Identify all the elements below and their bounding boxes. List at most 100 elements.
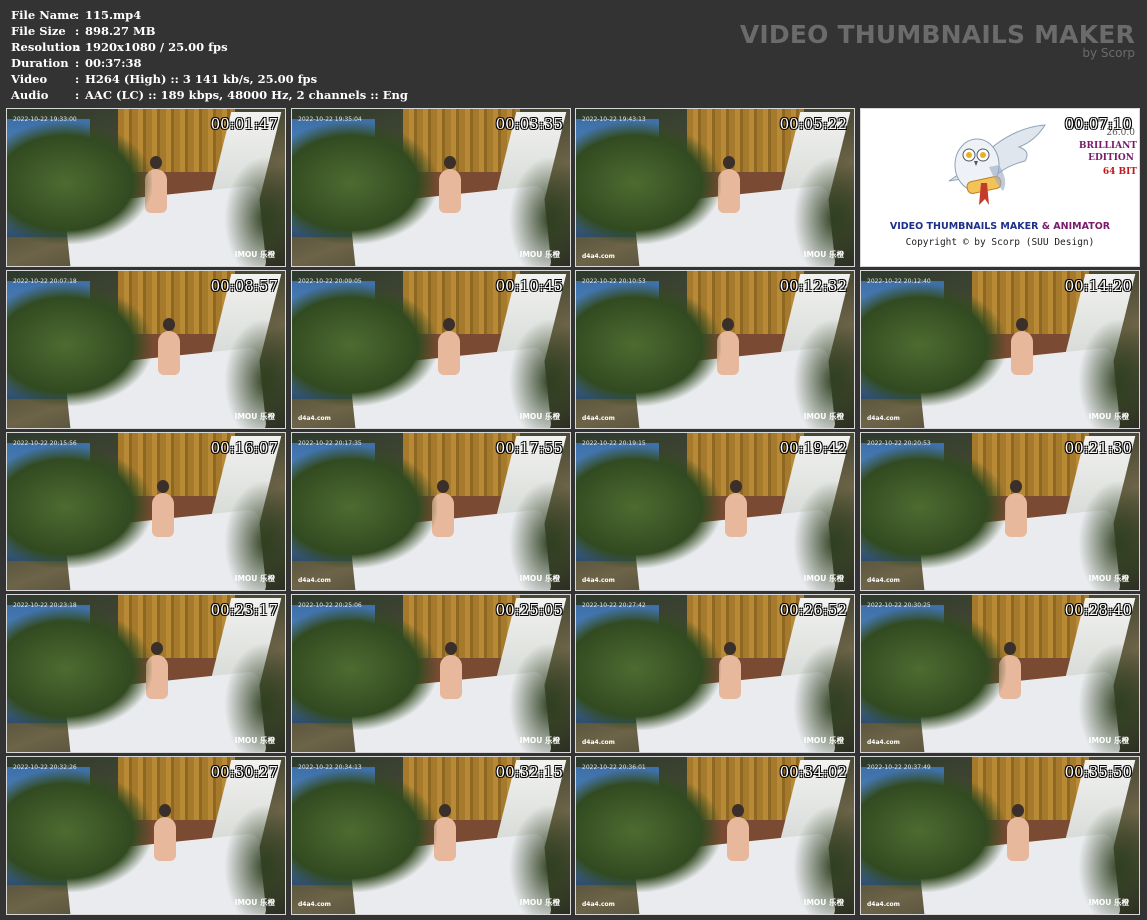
- metadata-key: File Size: [11, 24, 66, 38]
- site-watermark: d4a4.com: [298, 901, 331, 908]
- thumbnail-timecode: 00:23:17: [210, 601, 278, 619]
- camera-timestamp: 2022-10-22 20:19:15: [582, 440, 646, 447]
- thumbnail-timecode: 00:01:47: [210, 115, 278, 133]
- metadata-value: 115.mp4: [85, 8, 142, 22]
- camera-watermark: IMOU 乐橙: [519, 574, 560, 583]
- camera-timestamp: 2022-10-22 20:15:56: [13, 440, 77, 447]
- metadata-value: 1920x1080 / 25.00 fps: [85, 40, 228, 54]
- camera-watermark: IMOU 乐橙: [519, 250, 560, 259]
- video-thumbnail: 2022-10-22 20:07:18 IMOU 乐橙 00:08:57: [6, 270, 286, 429]
- site-watermark: d4a4.com: [867, 577, 900, 584]
- thumbnail-timecode: 00:07:10: [1064, 115, 1132, 133]
- metadata-value: 00:37:38: [85, 56, 142, 70]
- metadata-key: Duration: [11, 56, 69, 70]
- site-watermark: d4a4.com: [582, 415, 615, 422]
- video-thumbnail: 2022-10-22 20:09:05 d4a4.com IMOU 乐橙 00:10:…: [291, 270, 571, 429]
- thumbnail-timecode: 00:32:15: [495, 763, 563, 781]
- video-thumbnail: 2022-10-22 19:43:13 d4a4.com IMOU 乐橙 00:05:…: [575, 108, 855, 267]
- metadata-key: Video: [11, 72, 48, 86]
- camera-timestamp: 2022-10-22 20:07:18: [13, 278, 77, 285]
- metadata-row: Duration:00:37:38: [11, 55, 408, 71]
- camera-timestamp: 2022-10-22 20:27:42: [582, 602, 646, 609]
- promo-line-amp: & ANIMATOR: [1041, 221, 1111, 232]
- metadata-key: File Name: [11, 8, 77, 22]
- camera-timestamp: 2022-10-22 20:12:40: [867, 278, 931, 285]
- camera-timestamp: 2022-10-22 20:09:05: [298, 278, 362, 285]
- camera-timestamp: 2022-10-22 20:32:26: [13, 764, 77, 771]
- metadata-row: Audio: AAC (LC) :: 189 kbps, 48000 Hz, 2 …: [11, 87, 408, 103]
- camera-watermark: IMOU 乐橙: [234, 736, 275, 745]
- video-thumbnail: 2022-10-22 20:36:01 d4a4.com IMOU 乐橙 00:34:…: [575, 756, 855, 915]
- site-watermark: d4a4.com: [582, 577, 615, 584]
- site-watermark: d4a4.com: [298, 577, 331, 584]
- metadata-row: Resolution:1920x1080 / 25.00 fps: [11, 39, 408, 55]
- camera-timestamp: 2022-10-22 20:36:01: [582, 764, 646, 771]
- metadata-row: File Name:115.mp4: [11, 7, 408, 23]
- camera-watermark: IMOU 乐橙: [803, 412, 844, 421]
- video-thumbnail: 2022-10-22 20:19:15 d4a4.com IMOU 乐橙 00:19:…: [575, 432, 855, 591]
- site-watermark: d4a4.com: [867, 739, 900, 746]
- owl-logo-icon: [948, 124, 1046, 205]
- video-thumbnail: 2022-10-22 20:37:49 d4a4.com IMOU 乐橙 00:35:…: [860, 756, 1140, 915]
- video-thumbnail: 2022-10-22 20:25:06 IMOU 乐橙 00:25:05: [291, 594, 571, 753]
- video-thumbnail: 2022-10-22 20:17:35 d4a4.com IMOU 乐橙 00:17:…: [291, 432, 571, 591]
- camera-timestamp: 2022-10-22 20:34:13: [298, 764, 362, 771]
- thumbnail-timecode: 00:28:40: [1064, 601, 1132, 619]
- thumbnail-timecode: 00:10:45: [495, 277, 563, 295]
- promo-product-name: VIDEO THUMBNAILS MAKER & ANIMATOR: [861, 221, 1139, 232]
- thumbnail-timecode: 00:21:30: [1064, 439, 1132, 457]
- thumbnail-timecode: 00:26:52: [779, 601, 847, 619]
- camera-watermark: IMOU 乐橙: [1088, 412, 1129, 421]
- camera-timestamp: 2022-10-22 20:30:25: [867, 602, 931, 609]
- video-thumbnail: 2022-10-22 20:30:25 d4a4.com IMOU 乐橙 00:28:…: [860, 594, 1140, 753]
- thumbnail-timecode: 00:19:42: [779, 439, 847, 457]
- camera-timestamp: 2022-10-22 20:10:53: [582, 278, 646, 285]
- video-thumbnail: 2022-10-22 20:32:26 IMOU 乐橙 00:30:27: [6, 756, 286, 915]
- camera-watermark: IMOU 乐橙: [1088, 898, 1129, 907]
- promo-edition-2: EDITION: [1088, 153, 1134, 163]
- brand-title: VIDEO THUMBNAILS MAKER: [739, 20, 1135, 49]
- camera-timestamp: 2022-10-22 20:20:53: [867, 440, 931, 447]
- video-thumbnail: 2022-10-22 19:35:04 IMOU 乐橙 00:03:35: [291, 108, 571, 267]
- camera-watermark: IMOU 乐橙: [234, 412, 275, 421]
- metadata-value: H264 (High) :: 3 141 kb/s, 25.00 fps: [85, 72, 318, 86]
- camera-watermark: IMOU 乐橙: [1088, 574, 1129, 583]
- metadata-separator: :: [75, 88, 80, 102]
- thumbnail-timecode: 00:30:27: [210, 763, 278, 781]
- camera-watermark: IMOU 乐橙: [234, 250, 275, 259]
- promo-edition-3: 64 BIT: [1102, 167, 1137, 177]
- thumbnail-timecode: 00:34:02: [779, 763, 847, 781]
- camera-watermark: IMOU 乐橙: [1088, 736, 1129, 745]
- metadata-key: Audio: [11, 88, 49, 102]
- metadata-separator: :: [75, 40, 80, 54]
- metadata-separator: :: [75, 72, 80, 86]
- camera-watermark: IMOU 乐橙: [234, 898, 275, 907]
- video-thumbnail: 2022-10-22 20:34:13 d4a4.com IMOU 乐橙 00:32:…: [291, 756, 571, 915]
- video-thumbnail: 2022-10-22 19:33:00 IMOU 乐橙 00:01:47: [6, 108, 286, 267]
- thumbnail-grid: 2022-10-22 19:33:00 IMOU 乐橙 00:01:47 2022-1…: [6, 108, 1144, 918]
- metadata-value: 898.27 MB: [85, 24, 156, 38]
- promo-copyright: Copyright © by Scorp (SUU Design): [905, 237, 1095, 248]
- video-thumbnail: 2022-10-22 20:27:42 d4a4.com IMOU 乐橙 00:26:…: [575, 594, 855, 753]
- metadata-separator: :: [75, 24, 80, 38]
- metadata-separator: :: [75, 8, 80, 22]
- thumbnail-timecode: 00:14:20: [1064, 277, 1132, 295]
- brand-logo: VIDEO THUMBNAILS MAKER by Scorp: [740, 20, 1135, 60]
- thumbnail-timecode: 00:25:05: [495, 601, 563, 619]
- file-metadata: File Name:115.mp4 File Size:898.27 MB Reso…: [11, 7, 408, 103]
- promo-thumbnail: 26.0.0 BRILLIANT EDITION 64 BIT VIDEO TH…: [860, 108, 1140, 267]
- camera-timestamp: 2022-10-22 20:37:49: [867, 764, 931, 771]
- camera-watermark: IMOU 乐橙: [519, 736, 560, 745]
- camera-timestamp: 2022-10-22 19:43:13: [582, 116, 646, 123]
- thumbnail-timecode: 00:12:32: [779, 277, 847, 295]
- video-thumbnail: 2022-10-22 20:15:56 IMOU 乐橙 00:16:07: [6, 432, 286, 591]
- metadata-row: File Size:898.27 MB: [11, 23, 408, 39]
- camera-watermark: IMOU 乐橙: [803, 250, 844, 259]
- site-watermark: d4a4.com: [298, 415, 331, 422]
- camera-timestamp: 2022-10-22 20:23:18: [13, 602, 77, 609]
- camera-watermark: IMOU 乐橙: [519, 412, 560, 421]
- camera-timestamp: 2022-10-22 20:25:06: [298, 602, 362, 609]
- video-thumbnail: 2022-10-22 20:10:53 d4a4.com IMOU 乐橙 00:12:…: [575, 270, 855, 429]
- camera-watermark: IMOU 乐橙: [803, 574, 844, 583]
- info-header: File Name:115.mp4 File Size:898.27 MB Reso…: [0, 0, 1147, 108]
